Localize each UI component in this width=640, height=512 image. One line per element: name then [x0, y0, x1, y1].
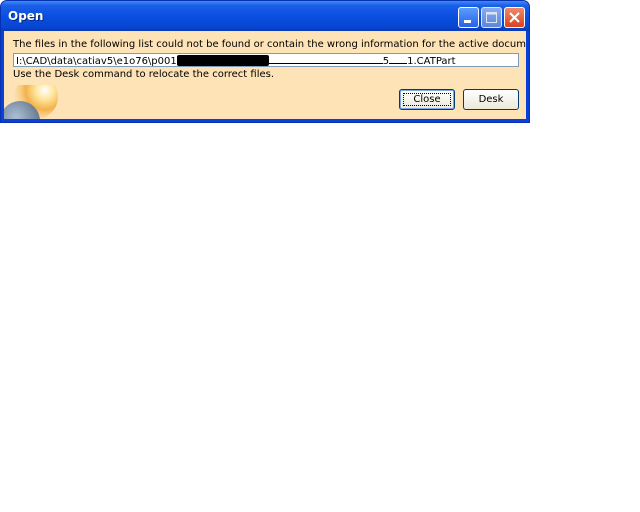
close-button[interactable]: Close: [399, 89, 455, 110]
window-title: Open: [8, 9, 44, 23]
file-path-suffix: 1.CATPart: [407, 56, 456, 67]
open-dialog: Open The files in the following list cou…: [0, 0, 530, 123]
path-blank-1: [268, 54, 383, 64]
close-icon: [509, 12, 520, 23]
maximize-icon: [486, 12, 497, 23]
minimize-button[interactable]: [458, 7, 479, 28]
path-blank-2: [389, 54, 408, 64]
minimize-icon: [464, 20, 471, 23]
globe-logo-icon: [4, 85, 58, 119]
dialog-body: The files in the following list could no…: [4, 31, 526, 119]
maximize-button[interactable]: [481, 7, 502, 28]
instruction-text: Use the Desk command to relocate the cor…: [13, 69, 275, 80]
file-path-prefix: I:\CAD\data\catiav5\e1o76\p001: [16, 56, 177, 67]
missing-file-list[interactable]: I:\CAD\data\catiav5\e1o76\p001 5 1.CATPart: [13, 53, 519, 67]
error-message: The files in the following list could no…: [13, 39, 526, 50]
close-window-button[interactable]: [504, 7, 525, 28]
title-bar[interactable]: Open: [1, 1, 529, 31]
desk-button-label: Desk: [478, 94, 504, 105]
desk-button[interactable]: Desk: [463, 89, 519, 110]
focus-rectangle: [403, 93, 451, 106]
redacted-segment: [176, 55, 269, 66]
